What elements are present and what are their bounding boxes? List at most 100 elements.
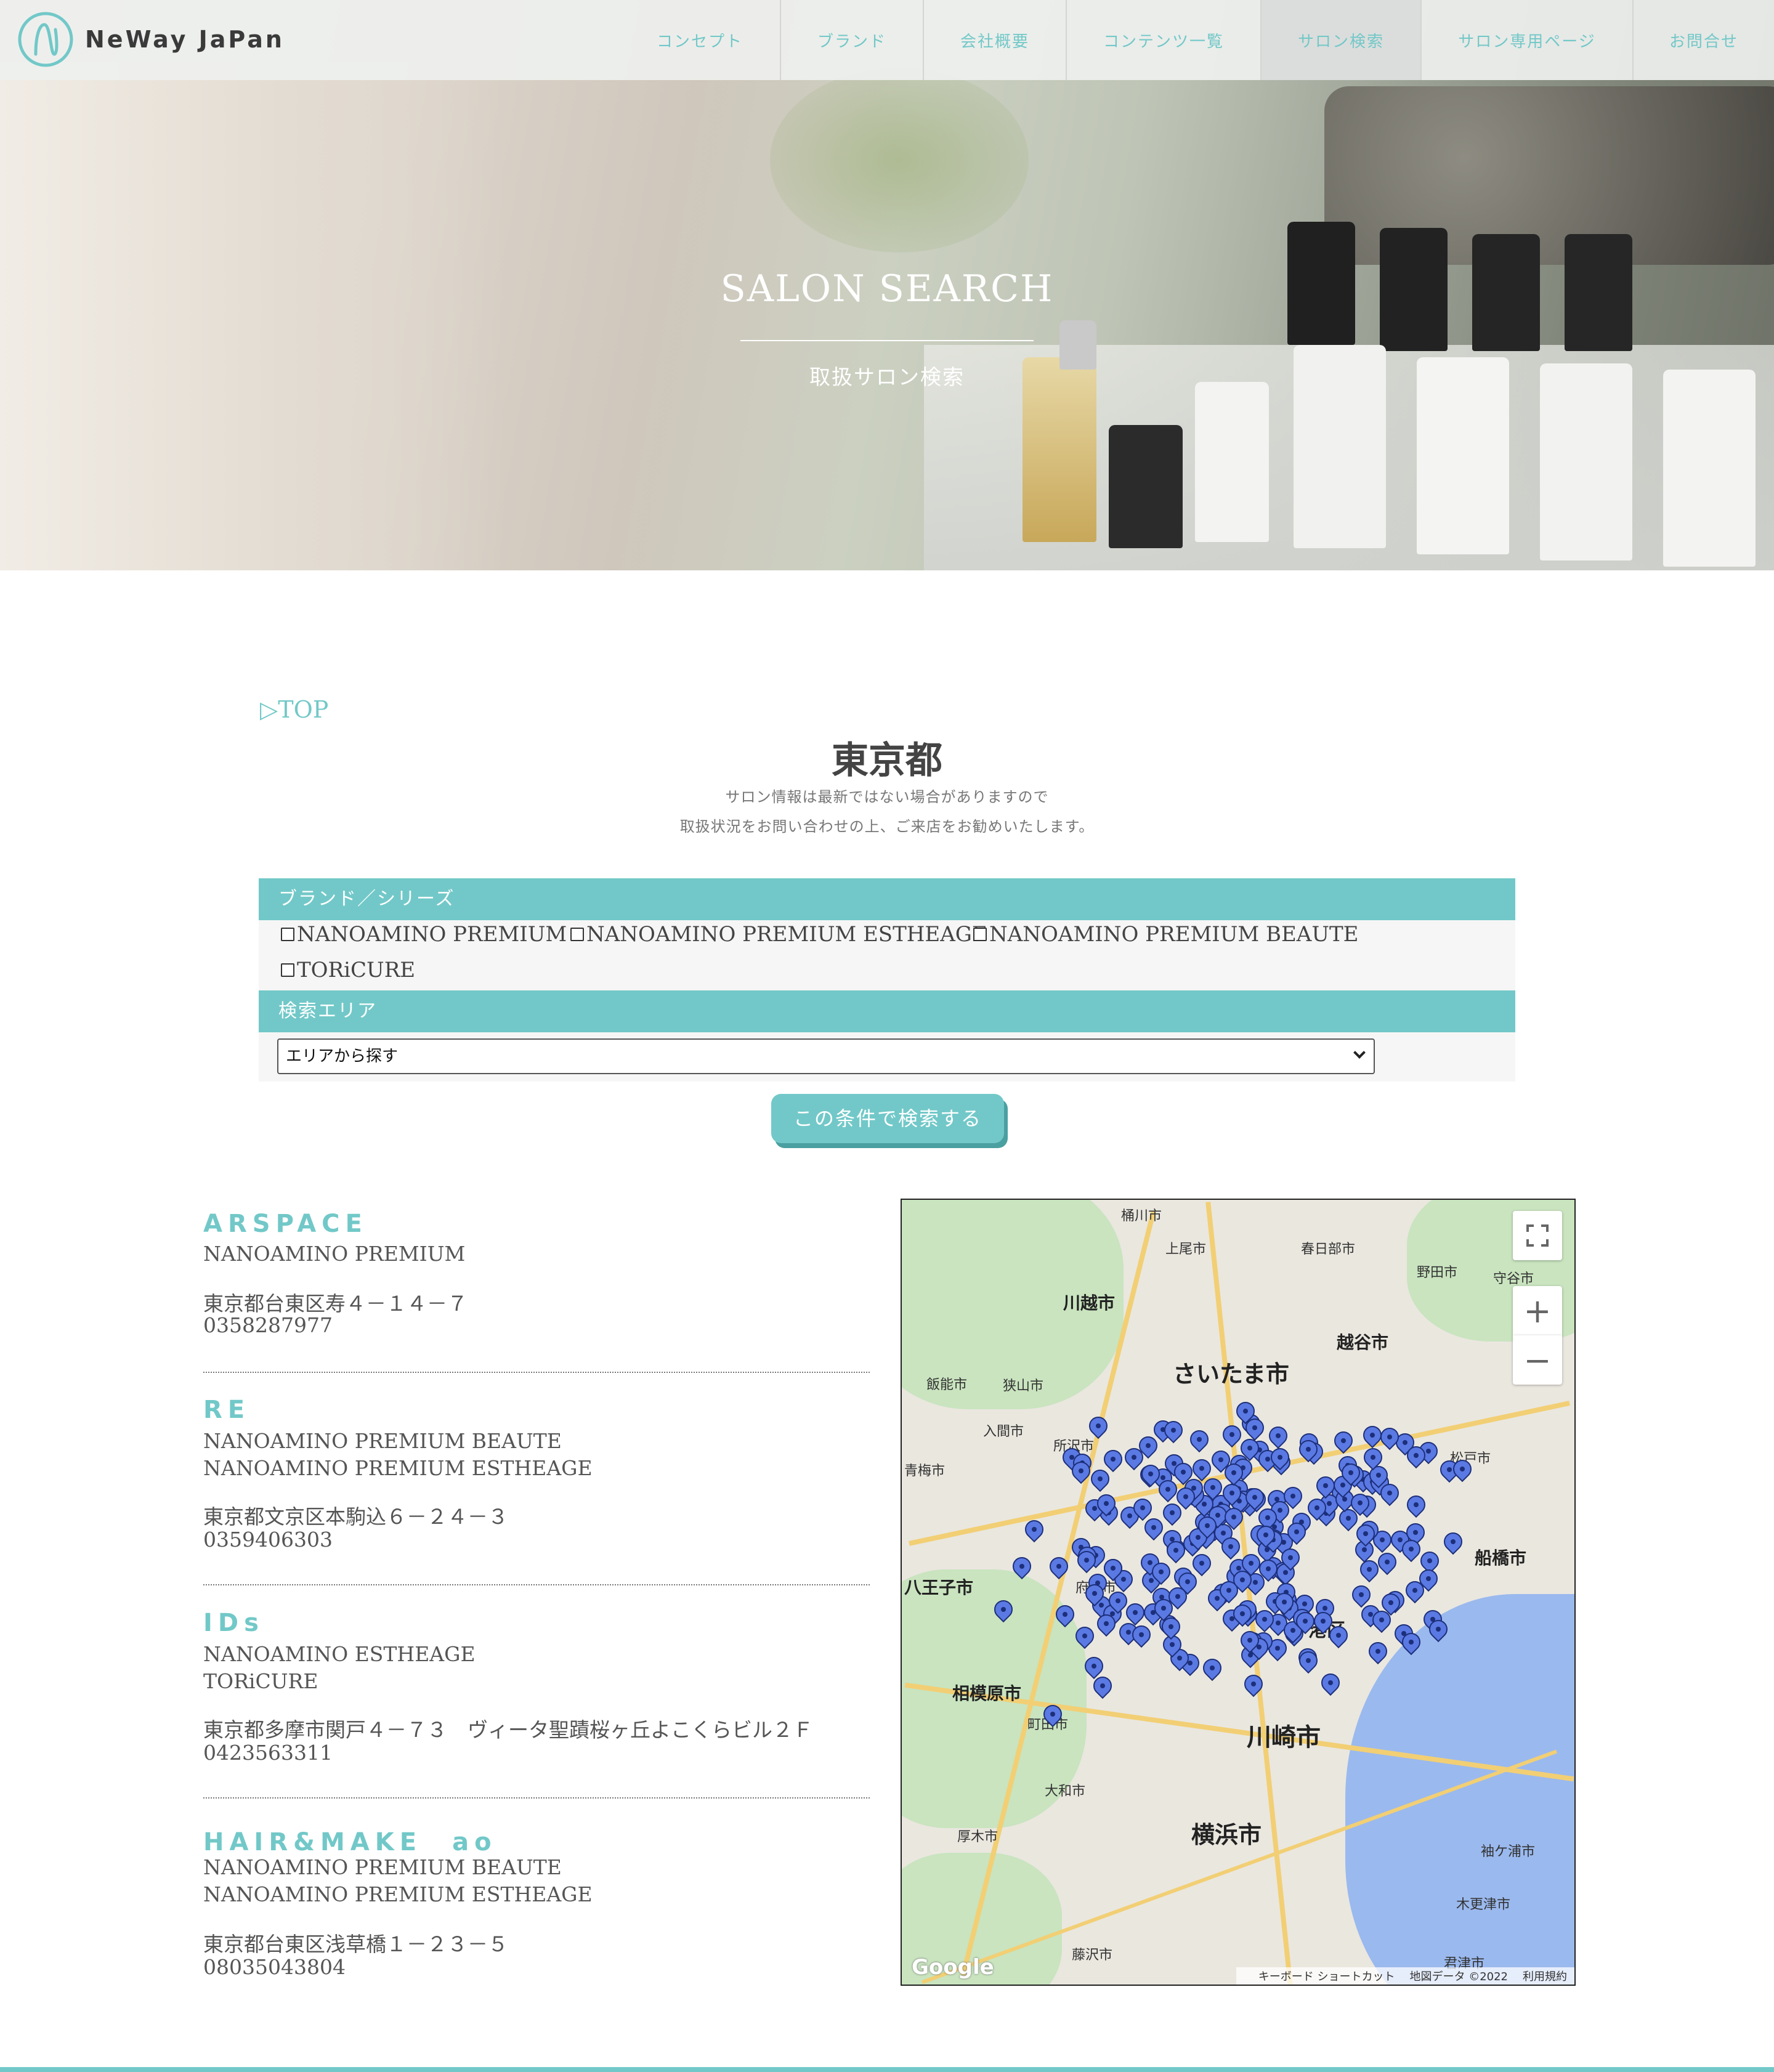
map-pin-icon[interactable] — [1365, 1638, 1391, 1664]
checkbox[interactable] — [973, 928, 987, 941]
salon-divider — [203, 1372, 870, 1373]
map-city-label: 八王子市 — [904, 1577, 974, 1598]
map-town-label: 入間市 — [983, 1424, 1024, 1439]
salon-brand: NANOAMINO PREMIUM ESTHEAGE — [203, 1882, 593, 1906]
checkbox[interactable] — [281, 963, 294, 977]
map-pin-icon[interactable] — [1403, 1492, 1429, 1518]
hero-divider — [740, 340, 1034, 341]
hero-drape — [0, 62, 505, 570]
nav-company[interactable]: 会社概要 — [924, 0, 1067, 80]
salon-name: ARSPACE — [203, 1210, 368, 1238]
area-select[interactable]: エリアから探す — [277, 1038, 1375, 1074]
map-city-label: 相模原市 — [952, 1683, 1022, 1704]
map-town-label: 飯能市 — [926, 1377, 968, 1393]
map-pin-icon[interactable] — [1295, 1647, 1321, 1673]
map-town-label: 上尾市 — [1165, 1242, 1207, 1257]
brand-checkbox-beaute[interactable]: NANOAMINO PREMIUM BEAUTE — [973, 922, 1358, 947]
nav-concept[interactable]: コンセプト — [620, 0, 781, 80]
salon-address: 東京都文京区本駒込６－２４－３ — [203, 1505, 508, 1529]
main-nav: コンセプト ブランド 会社概要 コンテンツ一覧 サロン検索 サロン専用ページ お… — [620, 0, 1774, 80]
map-city-label: 越谷市 — [1337, 1332, 1389, 1353]
checkbox[interactable] — [281, 928, 294, 941]
footer-line — [0, 2067, 1774, 2072]
checkbox-label: NANOAMINO PREMIUM BEAUTE — [989, 922, 1359, 947]
logo-icon — [18, 12, 73, 67]
map-city-label: 川崎市 — [1247, 1723, 1321, 1752]
salon-brand: NANOAMINO PREMIUM BEAUTE — [203, 1429, 562, 1453]
terms-link[interactable]: 利用規約 — [1523, 1968, 1567, 1984]
hero-bokeh — [770, 68, 1029, 253]
top-link[interactable]: ▷TOP — [260, 696, 328, 723]
salon-divider — [203, 1797, 870, 1799]
map-pin-icon[interactable] — [1265, 1423, 1292, 1449]
salon-map[interactable]: 川越市 さいたま市 越谷市 川崎市 横浜市 港区 八王子市 相模原市 船橋市 桶… — [901, 1199, 1576, 1986]
map-pin-icon[interactable] — [1318, 1669, 1344, 1696]
nav-brand[interactable]: ブランド — [781, 0, 924, 80]
site-header: NeWay JaPan コンセプト ブランド 会社概要 コンテンツ一覧 サロン検… — [0, 0, 1774, 80]
salon-name: HAIR&MAKE ao — [203, 1828, 497, 1856]
map-pin-icon[interactable] — [1199, 1654, 1225, 1681]
map-town-label: 厚木市 — [957, 1829, 998, 1845]
salon-name: IDs — [203, 1609, 264, 1637]
fullscreen-button[interactable] — [1513, 1211, 1562, 1260]
checkbox[interactable] — [570, 928, 584, 941]
search-button[interactable]: この条件で検索する — [771, 1094, 1004, 1143]
zoom-in-button[interactable]: + — [1513, 1286, 1562, 1335]
brand-checkbox-premium[interactable]: NANOAMINO PREMIUM — [281, 922, 567, 947]
map-city-label: 川越市 — [1063, 1293, 1116, 1313]
checkbox-label: TORiCURE — [297, 958, 416, 982]
zoom-out-button[interactable]: − — [1513, 1335, 1562, 1385]
map-city-label: 船橋市 — [1475, 1548, 1527, 1568]
nav-salon-page[interactable]: サロン専用ページ — [1422, 0, 1634, 80]
hero-bottle — [1540, 363, 1632, 560]
map-town-label: 藤沢市 — [1072, 1948, 1113, 1963]
map-pin-icon[interactable] — [1348, 1581, 1374, 1608]
hero-bottle — [1109, 425, 1183, 548]
brand-checkbox-toricure[interactable]: TORiCURE — [281, 958, 415, 982]
notice-line-2: 取扱状況をお問い合わせの上、ご来店をお勧めいたします。 — [679, 818, 1095, 835]
brand-checkbox-estheage[interactable]: NANOAMINO PREMIUM ESTHEAGE — [570, 922, 987, 947]
salon-address: 東京都台東区寿４－１４－７ — [203, 1292, 468, 1316]
map-town-label: 野田市 — [1417, 1265, 1458, 1281]
salon-phone[interactable]: 0359406303 — [203, 1528, 333, 1552]
hero-title: SALON SEARCH — [720, 267, 1054, 310]
page-title: 東京都 — [832, 739, 942, 782]
nav-contents[interactable]: コンテンツ一覧 — [1067, 0, 1262, 80]
salon-phone[interactable]: 0423563311 — [203, 1741, 333, 1765]
keyboard-shortcuts-link[interactable]: キーボード ショートカット — [1258, 1968, 1395, 1984]
salon-divider — [203, 1584, 870, 1585]
map-town-label: 春日部市 — [1301, 1242, 1356, 1257]
map-footer: キーボード ショートカット 地図データ ©2022 利用規約 — [1236, 1967, 1574, 1985]
map-pin-icon[interactable] — [1100, 1446, 1126, 1473]
map-town-label: 大和市 — [1045, 1784, 1086, 1799]
map-pin-icon[interactable] — [1186, 1426, 1213, 1453]
hero-bottle — [1663, 370, 1756, 567]
nav-contact[interactable]: お問合せ — [1634, 0, 1774, 80]
logo[interactable]: NeWay JaPan — [17, 10, 285, 69]
map-town-label: 青梅市 — [904, 1463, 946, 1479]
salon-brand: NANOAMINO PREMIUM BEAUTE — [203, 1855, 562, 1879]
hero-banner: SALON SEARCH 取扱サロン検索 — [0, 0, 1774, 570]
nav-salon-search[interactable]: サロン検索 — [1262, 0, 1422, 80]
salon-brand: TORiCURE — [203, 1669, 318, 1693]
brand-header: ブランド／シリーズ — [259, 878, 1515, 920]
map-town-label: 木更津市 — [1456, 1897, 1511, 1912]
map-town-label: 狭山市 — [1003, 1378, 1044, 1394]
logo-text: NeWay JaPan — [85, 26, 285, 53]
salon-brand: NANOAMINO ESTHEAGE — [203, 1642, 476, 1666]
map-pin-icon[interactable] — [1440, 1528, 1467, 1555]
map-town-label: 袖ケ浦市 — [1481, 1844, 1536, 1860]
salon-brand: NANOAMINO PREMIUM ESTHEAGE — [203, 1456, 593, 1480]
area-header: 検索エリア — [259, 990, 1515, 1032]
salon-name: RE — [203, 1396, 251, 1424]
hero-bottle — [1195, 382, 1269, 542]
map-pin-icon[interactable] — [1240, 1670, 1266, 1698]
hero-subtitle: 取扱サロン検索 — [809, 365, 965, 390]
salon-phone[interactable]: 0358287977 — [203, 1313, 333, 1337]
salon-phone[interactable]: 08035043804 — [203, 1955, 346, 1979]
map-data-credit: 地図データ ©2022 — [1409, 1970, 1508, 1983]
google-logo: Google — [912, 1955, 994, 1980]
map-town-label: 桶川市 — [1121, 1208, 1162, 1224]
chevron-down-icon — [1353, 1046, 1366, 1059]
checkbox-label: NANOAMINO PREMIUM ESTHEAGE — [586, 922, 987, 947]
